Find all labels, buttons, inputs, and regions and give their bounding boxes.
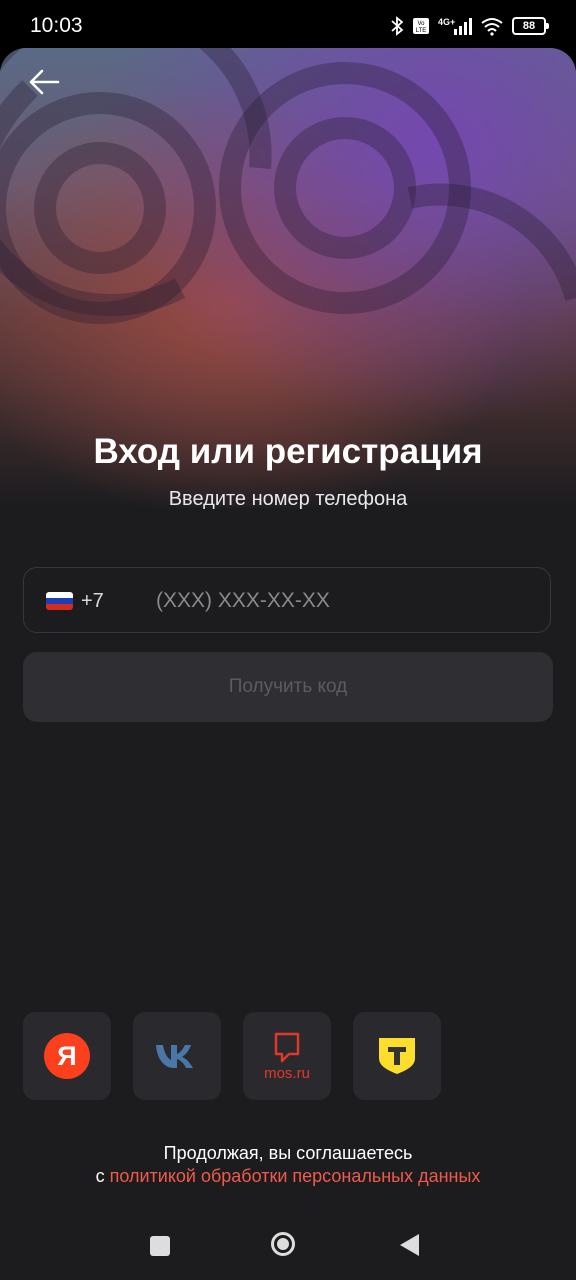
phone-field[interactable]: +7 bbox=[23, 567, 551, 633]
get-code-button[interactable]: Получить код bbox=[23, 652, 553, 722]
status-bar: 10:03 Vo LTE 4G+ 88 bbox=[0, 0, 576, 50]
mosru-login-button[interactable]: mos.ru bbox=[243, 1012, 331, 1100]
login-screen: Вход или регистрация Введите номер телеф… bbox=[0, 48, 576, 1280]
mosru-speech-icon bbox=[274, 1032, 300, 1062]
page-subtitle: Введите номер телефона bbox=[168, 488, 408, 510]
arrow-left-icon bbox=[29, 69, 60, 95]
vk-icon bbox=[156, 1045, 193, 1068]
signal-4g-icon: 4G+ bbox=[438, 17, 472, 35]
yandex-letter: Я bbox=[57, 1040, 77, 1071]
legal-line-1: Продолжая, вы соглашаетесь bbox=[163, 1143, 413, 1163]
status-icons: Vo LTE 4G+ 88 bbox=[390, 14, 549, 38]
legal-prefix: с bbox=[95, 1166, 110, 1186]
battery-level: 88 bbox=[522, 20, 536, 32]
home-button[interactable] bbox=[271, 1232, 295, 1256]
legal-text: Продолжая, вы соглашаетесь с политикой о… bbox=[0, 1142, 576, 1188]
svg-text:Vo: Vo bbox=[417, 21, 425, 27]
page-title: Вход или регистрация bbox=[93, 432, 483, 471]
tbank-login-button[interactable] bbox=[353, 1012, 441, 1100]
tbank-icon bbox=[379, 1038, 415, 1074]
svg-text:4G+: 4G+ bbox=[438, 17, 455, 27]
battery-icon: 88 bbox=[512, 17, 549, 35]
back-button[interactable] bbox=[24, 62, 64, 102]
system-nav-bar bbox=[0, 1208, 576, 1280]
phone-input[interactable] bbox=[154, 580, 538, 622]
russia-flag-icon[interactable] bbox=[46, 592, 73, 610]
hero-rings-decoration bbox=[0, 48, 576, 324]
social-login-row: Я mos.ru bbox=[23, 1012, 441, 1100]
yandex-login-button[interactable]: Я bbox=[23, 1012, 111, 1100]
system-back-button[interactable] bbox=[400, 1234, 419, 1256]
mosru-label: mos.ru bbox=[264, 1064, 310, 1082]
recents-button[interactable] bbox=[150, 1236, 170, 1256]
privacy-policy-link[interactable]: политикой обработки персональных данных bbox=[110, 1166, 481, 1186]
volte-icon: Vo LTE bbox=[413, 18, 429, 34]
country-code[interactable]: +7 bbox=[81, 590, 104, 613]
status-time: 10:03 bbox=[30, 14, 83, 37]
legal-line-2: с политикой обработки персональных данны… bbox=[0, 1165, 576, 1188]
wifi-icon bbox=[481, 18, 503, 36]
svg-text:LTE: LTE bbox=[416, 28, 427, 34]
mosru-icon: mos.ru bbox=[264, 1031, 310, 1082]
yandex-icon: Я bbox=[44, 1033, 90, 1079]
bluetooth-icon bbox=[391, 16, 404, 36]
vk-login-button[interactable] bbox=[133, 1012, 221, 1100]
